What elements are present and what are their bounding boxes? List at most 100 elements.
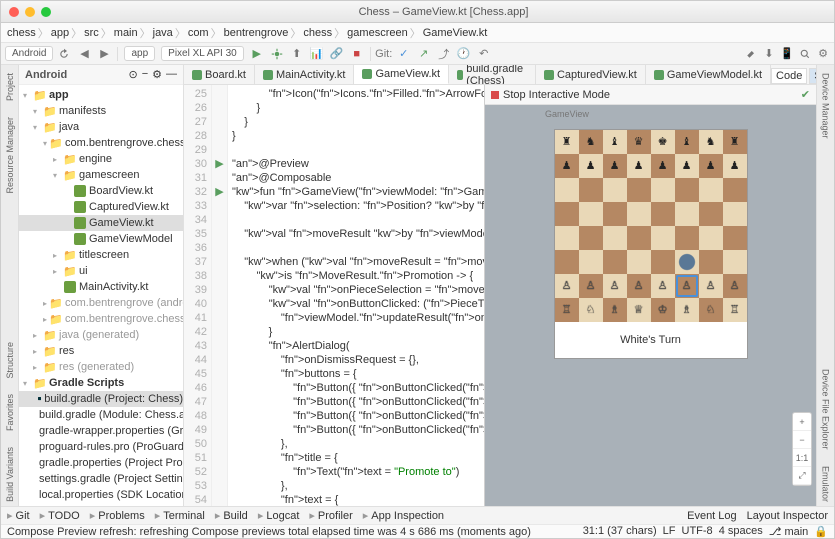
board-square[interactable]: ♙	[699, 274, 723, 298]
board-square[interactable]	[723, 178, 747, 202]
board-square[interactable]	[627, 202, 651, 226]
project-view-selector[interactable]: Android	[5, 46, 53, 61]
board-square[interactable]: ♔	[651, 298, 675, 322]
zoom-reset-icon[interactable]: ⤢	[793, 467, 811, 485]
board-square[interactable]	[627, 250, 651, 274]
code-editor[interactable]: 25 26 27 28 29 30 31 32 33 34 35 36 37 3…	[184, 85, 484, 506]
board-square[interactable]	[651, 226, 675, 250]
breadcrumb-item[interactable]: chess	[7, 27, 36, 39]
board-square[interactable]: ♟	[723, 154, 747, 178]
collapse-icon[interactable]: −	[142, 68, 148, 81]
project-tree[interactable]: ▾📁app▾📁manifests▾📁java▾📁com.bentrengrove…	[19, 85, 183, 506]
board-square[interactable]	[675, 226, 699, 250]
code-body[interactable]: "fn">Icon("fn">Icons."fn">Filled."fn">Ar…	[228, 85, 484, 506]
board-square[interactable]: ♙	[675, 274, 699, 298]
git-history-icon[interactable]: 🕐	[457, 47, 471, 61]
tree-node[interactable]: ▸📁java (generated)	[19, 327, 183, 343]
tree-node[interactable]: ▾📁java	[19, 119, 183, 135]
tree-node[interactable]: ▸📁titlescreen	[19, 247, 183, 263]
run-icon[interactable]: ▶	[250, 47, 264, 61]
board-square[interactable]: ♗	[603, 298, 627, 322]
search-icon[interactable]	[798, 47, 812, 61]
run-gutter-icon[interactable]: ▶	[212, 185, 227, 199]
board-square[interactable]: ♜	[723, 130, 747, 154]
git-rollback-icon[interactable]: ↶	[477, 47, 491, 61]
tree-node[interactable]: ▾📁manifests	[19, 103, 183, 119]
board-square[interactable]	[603, 226, 627, 250]
tree-node[interactable]: settings.gradle (Project Settings)	[19, 471, 183, 487]
git-branch[interactable]: ⎇ main	[769, 525, 809, 538]
bottom-tab-layout-inspector[interactable]: Layout Inspector	[747, 510, 828, 522]
tree-node[interactable]: MainActivity.kt	[19, 279, 183, 295]
board-square[interactable]: ♖	[723, 298, 747, 322]
board-square[interactable]: ♞	[579, 130, 603, 154]
board-square[interactable]	[579, 178, 603, 202]
tool-tab-resource-manager[interactable]: Resource Manager	[4, 113, 16, 198]
preview-device[interactable]: ♜♞♝♛♚♝♞♜♟♟♟♟♟♟♟♟♙♙♙♙♙♙♙♙♖♘♗♕♔♗♘♖ White's…	[554, 129, 748, 359]
zoom-fit-icon[interactable]: 1:1	[793, 449, 811, 467]
zoom-out-icon[interactable]: −	[793, 431, 811, 449]
board-square[interactable]: ♟	[579, 154, 603, 178]
tool-tab-project[interactable]: Project	[4, 69, 16, 105]
breadcrumb-item[interactable]: GameView.kt	[423, 27, 488, 39]
breadcrumb-item[interactable]: gamescreen	[347, 27, 408, 39]
tree-node[interactable]: ▾📁com.bentrengrove.chess	[19, 135, 183, 151]
tool-tab-device-manager[interactable]: Device Manager	[820, 69, 832, 143]
bottom-tab-logcat[interactable]: ▸Logcat	[258, 509, 300, 522]
board-square[interactable]: ♙	[579, 274, 603, 298]
hammer-icon[interactable]	[744, 47, 758, 61]
board-square[interactable]: ♙	[651, 274, 675, 298]
editor-tab[interactable]: Board.kt	[184, 65, 255, 84]
board-square[interactable]: ♞	[699, 130, 723, 154]
coverage-icon[interactable]: ⬆	[290, 47, 304, 61]
editor-tab[interactable]: MainActivity.kt	[255, 65, 354, 84]
board-square[interactable]: ♟	[699, 154, 723, 178]
board-square[interactable]: ♕	[627, 298, 651, 322]
bottom-tab-build[interactable]: ▸Build	[215, 509, 248, 522]
board-square[interactable]	[555, 178, 579, 202]
board-square[interactable]: ♙	[555, 274, 579, 298]
tree-node[interactable]: local.properties (SDK Location)	[19, 487, 183, 503]
tree-node[interactable]: ▸📁com.bentrengrove.chess (test)	[19, 311, 183, 327]
tool-tab-emulator[interactable]: Emulator	[820, 462, 832, 506]
board-square[interactable]: ♛	[627, 130, 651, 154]
editor-tab[interactable]: GameView.kt	[354, 65, 449, 84]
attach-icon[interactable]: 🔗	[330, 47, 344, 61]
board-square[interactable]: ♝	[603, 130, 627, 154]
tree-node[interactable]: ▾📁app	[19, 87, 183, 103]
board-square[interactable]	[675, 178, 699, 202]
board-square[interactable]	[603, 202, 627, 226]
debug-icon[interactable]	[270, 47, 284, 61]
traffic-lights[interactable]	[9, 7, 51, 17]
breadcrumb-item[interactable]: bentrengrove	[224, 27, 289, 39]
caret-position[interactable]: 31:1 (37 chars)	[583, 525, 657, 538]
board-square[interactable]: ♘	[699, 298, 723, 322]
board-square[interactable]	[651, 178, 675, 202]
bottom-tab-terminal[interactable]: ▸Terminal	[155, 509, 205, 522]
run-config-selector[interactable]: app	[124, 46, 155, 61]
board-square[interactable]: ♙	[627, 274, 651, 298]
breadcrumb-item[interactable]: src	[84, 27, 99, 39]
breadcrumb-item[interactable]: java	[153, 27, 173, 39]
view-mode-code[interactable]: Code	[771, 68, 807, 84]
breadcrumb-item[interactable]: chess	[303, 27, 332, 39]
board-square[interactable]: ♙	[723, 274, 747, 298]
board-square[interactable]	[627, 226, 651, 250]
tree-node[interactable]: proguard-rules.pro (ProGuard Rules for C…	[19, 439, 183, 455]
board-square[interactable]	[651, 202, 675, 226]
minimize-icon[interactable]	[25, 7, 35, 17]
board-square[interactable]	[579, 202, 603, 226]
tool-tab-device-file-explorer[interactable]: Device File Explorer	[820, 365, 832, 454]
maximize-icon[interactable]	[41, 7, 51, 17]
line-ending[interactable]: LF	[663, 525, 676, 538]
zoom-in-icon[interactable]: +	[793, 413, 811, 431]
git-update-icon[interactable]: ✓	[397, 47, 411, 61]
tree-node[interactable]: CapturedView.kt	[19, 199, 183, 215]
avd-icon[interactable]: 📱	[780, 47, 794, 61]
board-square[interactable]: ♖	[555, 298, 579, 322]
tree-node[interactable]: ▸📁com.bentrengrove (androidTest)	[19, 295, 183, 311]
tree-node[interactable]: ▸📁ui	[19, 263, 183, 279]
profiler-icon[interactable]: 📊	[310, 47, 324, 61]
close-icon[interactable]	[9, 7, 19, 17]
board-square[interactable]	[699, 250, 723, 274]
